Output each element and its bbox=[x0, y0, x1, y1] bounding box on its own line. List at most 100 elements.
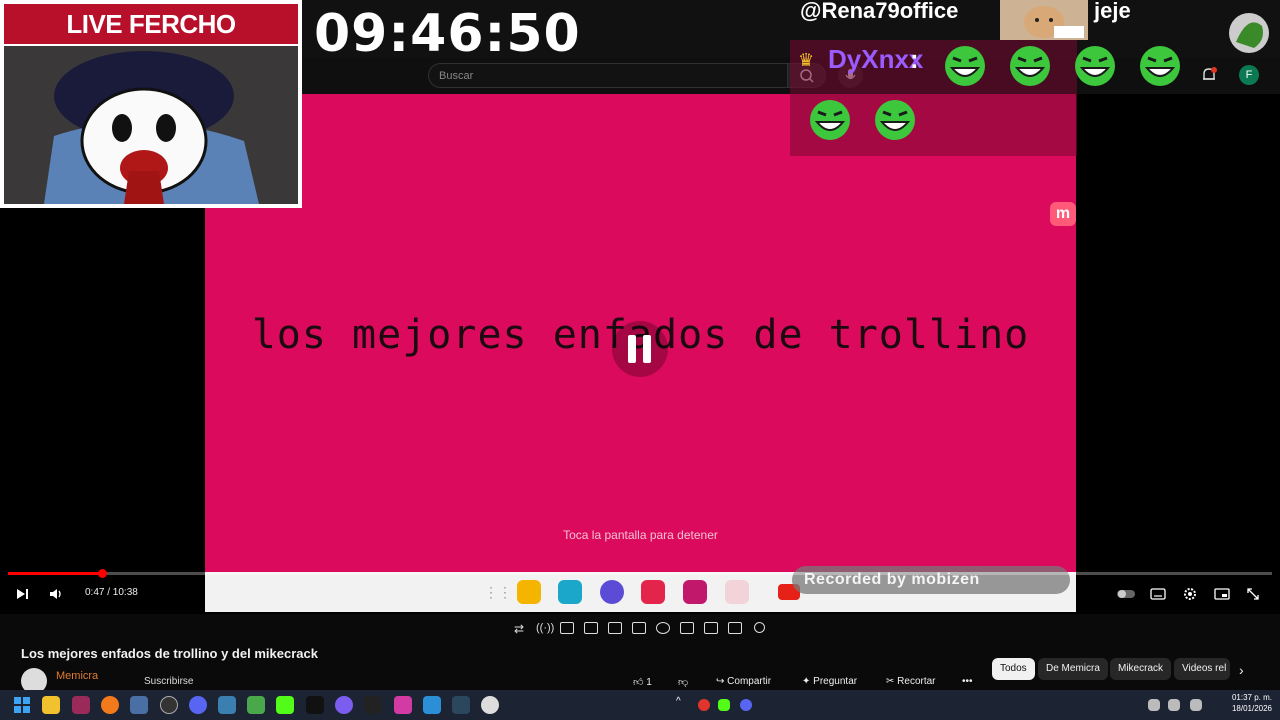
screen: { "overlay": { "banner": "LIVE FERCHO RE… bbox=[0, 0, 1280, 720]
scissors-icon: ✂ bbox=[886, 676, 898, 687]
taskbar-clock[interactable]: 01:37 p. m. 18/01/2026 bbox=[1222, 692, 1272, 714]
webcam-feed bbox=[4, 46, 298, 204]
dislike-button[interactable]: 👎︎ bbox=[678, 676, 688, 688]
screenshot-icon[interactable] bbox=[704, 622, 718, 634]
cat-emote bbox=[1000, 0, 1088, 40]
laughing-emote-icon bbox=[810, 100, 850, 140]
pause-button[interactable] bbox=[612, 321, 668, 377]
miniplayer-button[interactable] bbox=[1214, 587, 1230, 605]
recorded-by-watermark: Recorded by mobizen bbox=[792, 566, 1070, 594]
green-app-icon[interactable] bbox=[247, 696, 265, 714]
add-frame-icon[interactable] bbox=[680, 622, 694, 634]
g-app-icon[interactable] bbox=[364, 696, 382, 714]
tray-red-icon[interactable] bbox=[698, 699, 710, 711]
sparkle-icon: ✦ bbox=[802, 676, 814, 687]
video-title: Los mejores enfados de trollino y del mi… bbox=[21, 646, 318, 661]
tray-network-icon[interactable] bbox=[1148, 699, 1160, 711]
kick-icon[interactable] bbox=[276, 696, 294, 714]
chat-previous-user: @Rena79office bbox=[800, 0, 959, 23]
cast-icon[interactable]: ((·)) bbox=[536, 622, 554, 634]
sun-icon[interactable] bbox=[754, 622, 765, 633]
play-icon bbox=[17, 589, 28, 599]
streamlabs-icon[interactable] bbox=[335, 696, 353, 714]
more-actions-button[interactable]: ••• bbox=[962, 676, 973, 687]
taskbar-date: 18/01/2026 bbox=[1231, 704, 1272, 713]
pause-icon-bar bbox=[643, 335, 651, 363]
settings-button[interactable] bbox=[1182, 586, 1198, 606]
stream-banner: LIVE FERCHO REACTION bbox=[4, 4, 298, 79]
pink-app-icon[interactable] bbox=[394, 696, 412, 714]
loop-icon[interactable]: ⇄ bbox=[514, 622, 528, 636]
obs-studio-icon[interactable] bbox=[481, 696, 499, 714]
obs-icon[interactable] bbox=[160, 696, 178, 714]
steam-icon[interactable] bbox=[452, 696, 470, 714]
picture-icon[interactable] bbox=[560, 622, 574, 634]
chip-videos-relacionados[interactable]: Videos rel bbox=[1174, 658, 1230, 680]
tray-overflow-icon[interactable]: ^ bbox=[676, 696, 688, 714]
crown-icon: ♛ bbox=[798, 50, 815, 70]
play-pause-button[interactable] bbox=[15, 587, 29, 605]
subscribe-button[interactable]: Suscribirse bbox=[144, 676, 193, 687]
volume-icon bbox=[50, 589, 61, 599]
internet-app-icon bbox=[600, 580, 624, 604]
bell-icon bbox=[1203, 67, 1217, 80]
chips-next-button[interactable]: › bbox=[1239, 662, 1244, 678]
app-drawer-icon: ⋮⋮⋮ bbox=[484, 584, 526, 600]
laughing-emote-icon bbox=[1140, 46, 1180, 86]
clip-label: Recortar bbox=[897, 676, 936, 687]
keyboard-icon[interactable] bbox=[728, 622, 742, 634]
vegas-icon[interactable] bbox=[130, 696, 148, 714]
gear-icon bbox=[1184, 588, 1196, 600]
app-window-icon[interactable] bbox=[218, 696, 236, 714]
theater-icon[interactable] bbox=[632, 622, 646, 634]
volume-button[interactable] bbox=[48, 587, 64, 605]
subtitles-button[interactable] bbox=[1150, 587, 1166, 605]
subtitles-icon bbox=[1150, 588, 1166, 600]
mobizen-logo: m bbox=[1050, 202, 1076, 226]
frame-icon[interactable] bbox=[608, 622, 622, 634]
speed-icon[interactable] bbox=[656, 622, 670, 634]
tray-volume-icon[interactable] bbox=[1168, 699, 1180, 711]
pause-icon bbox=[628, 335, 636, 363]
notepad-icon[interactable] bbox=[423, 696, 441, 714]
calendar-app-icon bbox=[558, 580, 582, 604]
share-icon: ↪ bbox=[716, 676, 728, 687]
miniplayer-icon bbox=[1214, 588, 1230, 600]
laughing-emote-icon bbox=[875, 100, 915, 140]
search-input[interactable]: Buscar bbox=[428, 63, 788, 88]
folder-app-icon bbox=[725, 580, 749, 604]
discord-icon[interactable] bbox=[189, 696, 207, 714]
progress-played bbox=[8, 572, 102, 575]
taskbar-time: 01:37 p. m. bbox=[1231, 693, 1272, 702]
autoplay-toggle[interactable] bbox=[1116, 588, 1136, 604]
progress-bar[interactable] bbox=[8, 572, 1272, 575]
notifications-button[interactable] bbox=[1200, 66, 1218, 84]
time-display: 0:47 / 10:38 bbox=[85, 587, 138, 598]
tray-kick-icon[interactable] bbox=[718, 699, 730, 711]
like-button[interactable]: 👍︎ 1 bbox=[633, 676, 652, 688]
tray-discord-icon[interactable] bbox=[740, 699, 752, 711]
firefox-icon[interactable] bbox=[101, 696, 119, 714]
account-avatar[interactable]: F bbox=[1239, 65, 1259, 85]
windows-start-icon[interactable] bbox=[14, 697, 30, 713]
like-count: 1 bbox=[646, 677, 652, 688]
progress-scrubber[interactable] bbox=[97, 569, 107, 578]
capcut-icon[interactable] bbox=[306, 696, 324, 714]
cartoon-avatar bbox=[4, 46, 298, 204]
chat-separator: : bbox=[910, 44, 919, 74]
channel-name[interactable]: Memicra bbox=[56, 670, 98, 682]
clip-button[interactable]: ✂ Recortar bbox=[886, 676, 936, 687]
ask-button[interactable]: ✦ Preguntar bbox=[802, 676, 857, 687]
winrar-icon[interactable] bbox=[72, 696, 90, 714]
chip-de-memicra[interactable]: De Memicra bbox=[1038, 658, 1108, 680]
fullscreen-button[interactable] bbox=[1246, 587, 1260, 605]
share-button[interactable]: ↪ Compartir bbox=[716, 676, 771, 687]
chip-todos[interactable]: Todos bbox=[992, 658, 1035, 680]
thumbs-down-icon: 👎︎ bbox=[678, 677, 689, 688]
chip-mikecrack[interactable]: Mikecrack bbox=[1110, 658, 1172, 680]
laughing-emote-icon bbox=[945, 46, 985, 86]
clapper-icon[interactable] bbox=[584, 622, 598, 634]
gallery-app-icon bbox=[683, 580, 707, 604]
file-explorer-icon[interactable] bbox=[42, 696, 60, 714]
tray-battery-icon[interactable] bbox=[1190, 699, 1202, 711]
